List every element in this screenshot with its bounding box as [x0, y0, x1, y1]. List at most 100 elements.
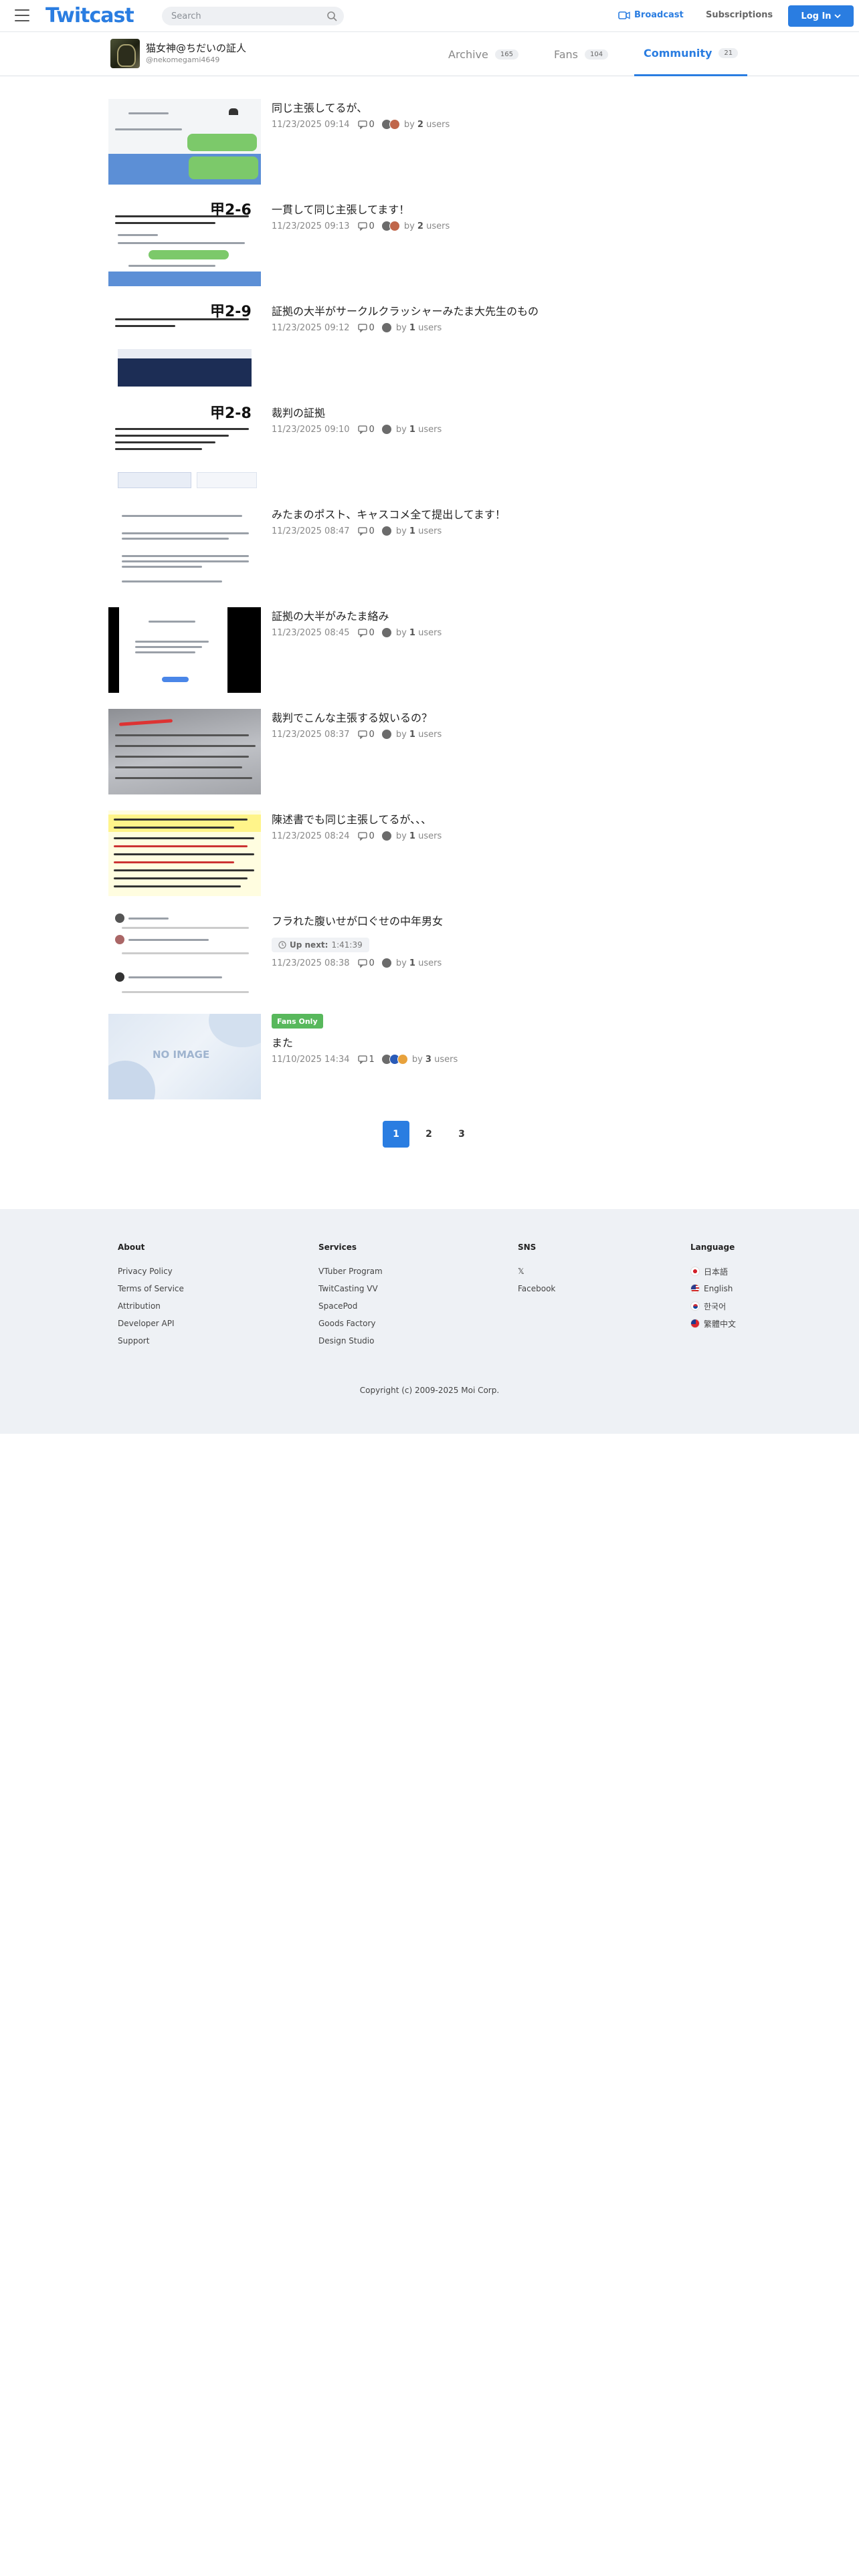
footer-link[interactable]: Design Studio — [318, 1336, 383, 1346]
post-users: by 1 users — [395, 729, 442, 740]
post-title[interactable]: 証拠の大半がみたま絡み — [272, 607, 389, 623]
footer-services: Services VTuber Program TwitCasting VV S… — [318, 1243, 383, 1354]
tab-community[interactable]: Community 21 — [634, 32, 748, 76]
post-meta: 11/23/2025 08:37 0 by 1 users — [272, 729, 442, 740]
post-thumbnail[interactable]: 甲2-6 — [108, 201, 261, 286]
page-2-button[interactable]: 2 — [415, 1121, 442, 1148]
up-next-badge: Up next: 1:41:39 — [272, 938, 369, 952]
post-date: 11/23/2025 08:24 — [272, 831, 350, 841]
post-title[interactable]: フラれた腹いせが口ぐせの中年男女 — [272, 912, 443, 928]
comment-count: 0 — [357, 120, 375, 130]
avatar — [381, 958, 392, 968]
footer-language: Language 日本語 English 한국어 繁體中文 — [690, 1243, 736, 1336]
footer-link[interactable]: Terms of Service — [118, 1284, 184, 1293]
post-date: 11/23/2025 09:14 — [272, 119, 350, 130]
post-title[interactable]: 裁判の証拠 — [272, 404, 325, 420]
post-title[interactable]: みたまのポスト、キャスコメ全て提出してます！ — [272, 506, 506, 522]
search-input[interactable] — [171, 10, 318, 22]
footer-link[interactable]: VTuber Program — [318, 1267, 383, 1276]
post-item[interactable]: 同じ主張してるが、 11/23/2025 09:14 0 by 2 users — [108, 99, 590, 185]
post-item[interactable]: 甲2-9 証拠の大半がサークルクラッシャーみたま大先生のもの 11/23/202… — [108, 302, 590, 388]
user-avatars — [381, 958, 392, 968]
page-3-button[interactable]: 3 — [448, 1121, 475, 1148]
korea-flag-icon — [690, 1301, 700, 1311]
tab-count: 104 — [585, 49, 609, 60]
language-korean[interactable]: 한국어 — [690, 1301, 736, 1311]
tab-fans[interactable]: Fans 104 — [554, 32, 609, 76]
footer-link[interactable]: Attribution — [118, 1301, 184, 1311]
comment-count: 0 — [357, 831, 375, 841]
menu-icon[interactable] — [15, 9, 29, 21]
comment-icon — [357, 221, 367, 231]
footer-link[interactable]: TwitCasting VV — [318, 1284, 383, 1293]
post-thumbnail[interactable] — [108, 912, 261, 998]
page-1-button[interactable]: 1 — [383, 1121, 409, 1148]
comment-count: 0 — [357, 526, 375, 536]
post-thumbnail[interactable]: 甲2-8 — [108, 404, 261, 490]
post-item[interactable]: 甲2-8 裁判の証拠 11/23/2025 09:10 0 by 1 users — [108, 404, 590, 490]
login-button[interactable]: Log In — [788, 5, 854, 27]
language-traditional-chinese[interactable]: 繁體中文 — [690, 1319, 736, 1329]
avatar — [381, 424, 392, 435]
post-item[interactable]: みたまのポスト、キャスコメ全て提出してます！ 11/23/2025 08:47 … — [108, 506, 590, 591]
search-box[interactable] — [162, 7, 344, 25]
facebook-link[interactable]: Facebook — [518, 1284, 555, 1293]
tab-archive[interactable]: Archive 165 — [448, 32, 518, 76]
avatar[interactable] — [110, 39, 140, 68]
subscriptions-link[interactable]: Subscriptions — [706, 10, 773, 20]
post-meta: 11/23/2025 09:12 0 by 1 users — [272, 322, 442, 333]
post-thumbnail[interactable] — [108, 99, 261, 185]
comment-icon — [357, 425, 367, 434]
footer-link[interactable]: Goods Factory — [318, 1319, 383, 1328]
post-date: 11/23/2025 08:37 — [272, 729, 350, 740]
post-date: 11/23/2025 08:47 — [272, 526, 350, 536]
post-thumbnail[interactable]: NO IMAGE — [108, 1014, 261, 1099]
post-users: by 2 users — [403, 221, 450, 231]
post-item[interactable]: 証拠の大半がみたま絡み 11/23/2025 08:45 0 by 1 user… — [108, 607, 590, 693]
search-icon[interactable] — [326, 11, 337, 21]
post-thumbnail[interactable] — [108, 709, 261, 794]
avatar — [381, 526, 392, 536]
post-item[interactable]: 甲2-6 一貫して同じ主張してます！ 11/23/2025 09:13 0 by… — [108, 201, 590, 286]
post-thumbnail[interactable] — [108, 506, 261, 591]
footer-link[interactable]: Privacy Policy — [118, 1267, 184, 1276]
post-title[interactable]: 証拠の大半がサークルクラッシャーみたま大先生のもの — [272, 302, 539, 318]
comment-icon — [357, 958, 367, 968]
post-meta: 11/23/2025 08:24 0 by 1 users — [272, 831, 442, 841]
profile-name[interactable]: 猫女神@ちだいの証人 — [146, 41, 246, 55]
footer-link[interactable]: Support — [118, 1336, 184, 1346]
post-thumbnail[interactable] — [108, 811, 261, 896]
footer-link[interactable]: SpacePod — [318, 1301, 383, 1311]
tab-count: 165 — [494, 49, 518, 60]
post-title[interactable]: 裁判でこんな主張する奴いるの？ — [272, 709, 432, 725]
post-item[interactable]: 陳述書でも同じ主張してるが､､､ 11/23/2025 08:24 0 by 1… — [108, 811, 590, 896]
logo[interactable]: Twitcast — [45, 4, 134, 27]
japan-flag-icon — [690, 1267, 700, 1276]
x-link[interactable]: 𝕏 — [518, 1267, 555, 1276]
language-japanese[interactable]: 日本語 — [690, 1267, 736, 1277]
post-date: 11/23/2025 09:12 — [272, 322, 350, 333]
post-thumbnail[interactable] — [108, 607, 261, 693]
comment-icon — [357, 831, 367, 841]
language-english[interactable]: English — [690, 1284, 736, 1293]
post-title[interactable]: 一貫して同じ主張してます！ — [272, 201, 409, 217]
tab-label: Fans — [554, 47, 579, 61]
comment-count: 0 — [357, 730, 375, 740]
post-item[interactable]: NO IMAGE Fans Only また 11/10/2025 14:34 1… — [108, 1014, 590, 1099]
taiwan-flag-icon — [690, 1319, 700, 1328]
post-title[interactable]: また — [272, 1034, 293, 1050]
footer-link[interactable]: Developer API — [118, 1319, 184, 1328]
post-users: by 1 users — [395, 424, 442, 435]
comment-count: 0 — [357, 323, 375, 333]
post-date: 11/23/2025 09:10 — [272, 424, 350, 435]
user-avatars — [381, 526, 392, 536]
post-item[interactable]: フラれた腹いせが口ぐせの中年男女 Up next: 1:41:39 11/23/… — [108, 912, 590, 998]
post-item[interactable]: 裁判でこんな主張する奴いるの？ 11/23/2025 08:37 0 by 1 … — [108, 709, 590, 794]
post-title[interactable]: 陳述書でも同じ主張してるが､､､ — [272, 811, 427, 827]
user-avatars — [381, 322, 392, 333]
post-thumbnail[interactable]: 甲2-9 — [108, 302, 261, 388]
post-users: by 1 users — [395, 627, 442, 638]
footer-heading: Language — [690, 1243, 735, 1252]
broadcast-button[interactable]: Broadcast — [618, 10, 684, 20]
post-title[interactable]: 同じ主張してるが、 — [272, 99, 367, 115]
